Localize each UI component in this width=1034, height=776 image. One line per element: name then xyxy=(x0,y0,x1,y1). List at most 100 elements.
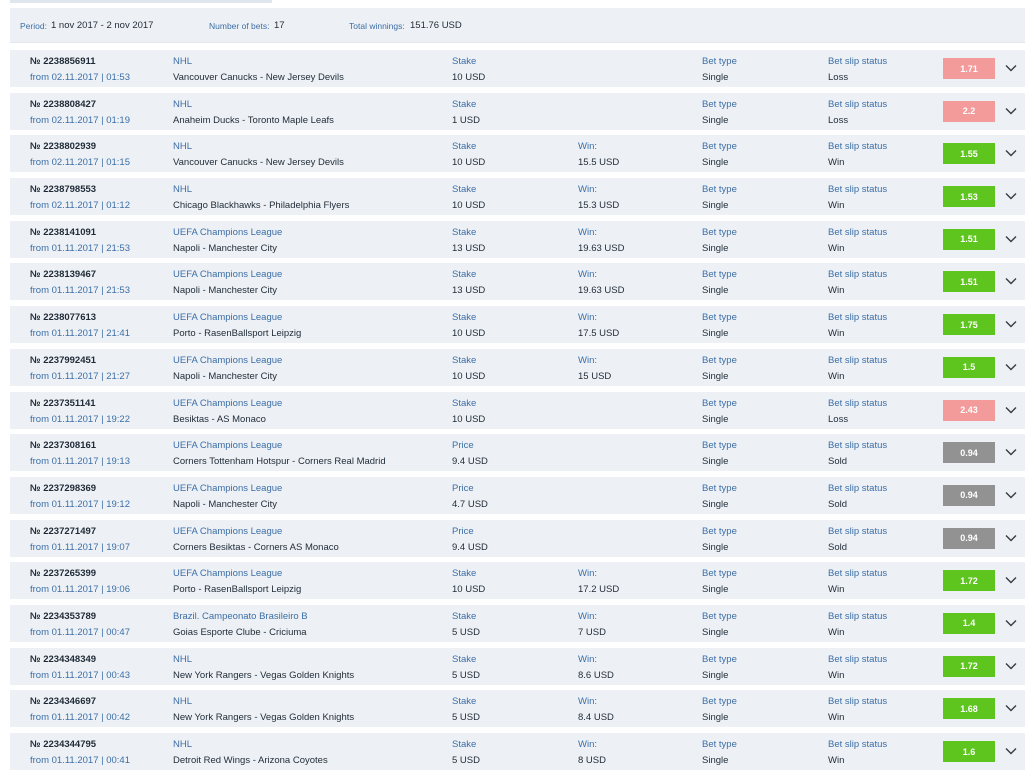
bet-amount-label: Stake xyxy=(452,226,477,238)
chevron-down-icon[interactable] xyxy=(1004,403,1018,417)
bet-win: 19.63 USD xyxy=(578,242,625,254)
odds-badge: 1.72 xyxy=(943,570,995,592)
bet-status-label: Bet slip status xyxy=(828,568,888,580)
bet-amount-label: Stake xyxy=(452,184,477,196)
chevron-down-icon[interactable] xyxy=(1004,189,1018,203)
bet-row[interactable]: № 2238798553 from 02.11.2017 | 01:12 NHL… xyxy=(10,178,1025,216)
bet-match: Detroit Red Wings - Arizona Coyotes xyxy=(173,755,328,766)
bet-type-label: Bet type xyxy=(702,482,737,494)
total-winnings-value: 151.76 USD xyxy=(410,20,462,31)
bet-id: № 2238077613 xyxy=(30,312,97,324)
bet-row[interactable]: № 2237265399 from 01.11.2017 | 19:06 UEF… xyxy=(10,562,1025,600)
bet-type: Single xyxy=(702,200,729,212)
odds-badge: 1.4 xyxy=(943,612,995,634)
bet-match: Chicago Blackhawks - Philadelphia Flyers xyxy=(173,200,350,212)
bet-row[interactable]: № 2237298369 from 01.11.2017 | 19:12 UEF… xyxy=(10,476,1025,514)
bet-type: Single xyxy=(702,114,729,126)
bet-status: Win xyxy=(828,242,845,254)
bet-league: NHL xyxy=(173,739,193,750)
bet-type-label: Bet type xyxy=(702,269,737,281)
bet-amount-label: Stake xyxy=(452,610,477,622)
bet-match: Napoli - Manchester City xyxy=(173,370,278,382)
bet-league: NHL xyxy=(173,56,193,67)
bet-row[interactable]: № 2238077613 from 01.11.2017 | 21:41 UEF… xyxy=(10,306,1025,344)
bet-league: NHL xyxy=(173,696,193,708)
bet-amount: 5 USD xyxy=(452,755,480,766)
bet-win: 7 USD xyxy=(578,626,606,638)
chevron-down-icon[interactable] xyxy=(1004,317,1018,331)
summary-bar: Period: 1 nov 2017 - 2 nov 2017 Number o… xyxy=(10,8,1025,43)
bet-id: № 2237308161 xyxy=(30,440,97,452)
bet-row[interactable]: № 2237308161 from 01.11.2017 | 19:13 UEF… xyxy=(10,434,1025,472)
bet-type-label: Bet type xyxy=(702,739,737,750)
bet-amount-label: Stake xyxy=(452,56,477,67)
odds-badge: 2.2 xyxy=(943,100,995,122)
chevron-down-icon[interactable] xyxy=(1004,531,1018,545)
chevron-down-icon[interactable] xyxy=(1004,232,1018,246)
bet-amount: 10 USD xyxy=(452,413,486,425)
chevron-down-icon[interactable] xyxy=(1004,61,1018,75)
chevron-down-icon[interactable] xyxy=(1004,616,1018,630)
bet-row[interactable]: № 2238141091 from 01.11.2017 | 21:53 UEF… xyxy=(10,220,1025,258)
bet-row[interactable]: № 2238808427 from 02.11.2017 | 01:19 NHL… xyxy=(10,92,1025,130)
bet-win: 17.2 USD xyxy=(578,584,620,596)
chevron-down-icon[interactable] xyxy=(1004,659,1018,673)
chevron-down-icon[interactable] xyxy=(1004,488,1018,502)
bet-type: Single xyxy=(702,370,729,382)
bet-date: from 01.11.2017 | 19:22 xyxy=(30,413,131,425)
chevron-down-icon[interactable] xyxy=(1004,445,1018,459)
bet-type-label: Bet type xyxy=(702,98,737,110)
bet-status: Sold xyxy=(828,456,848,468)
bet-type-label: Bet type xyxy=(702,312,737,324)
odds-badge: 1.75 xyxy=(943,314,995,336)
bet-win: 19.63 USD xyxy=(578,285,625,297)
odds-badge: 1.53 xyxy=(943,186,995,208)
chevron-down-icon[interactable] xyxy=(1004,274,1018,288)
chevron-down-icon[interactable] xyxy=(1004,360,1018,374)
bet-win-label: Win: xyxy=(578,184,597,196)
bet-row[interactable]: № 2237992451 from 01.11.2017 | 21:27 UEF… xyxy=(10,348,1025,386)
period-value: 1 nov 2017 - 2 nov 2017 xyxy=(51,20,154,31)
bet-win: 15.5 USD xyxy=(578,157,620,169)
bet-row[interactable]: № 2234348349 from 01.11.2017 | 00:43 NHL… xyxy=(10,647,1025,685)
bet-row[interactable]: № 2234353789 from 01.11.2017 | 00:47 Bra… xyxy=(10,604,1025,642)
bet-row[interactable]: № 2238802939 from 02.11.2017 | 01:15 NHL… xyxy=(10,135,1025,173)
bet-status: Sold xyxy=(828,498,848,510)
bet-amount: 10 USD xyxy=(452,370,486,382)
bet-league: NHL xyxy=(173,98,193,110)
chevron-down-icon[interactable] xyxy=(1004,104,1018,118)
bet-type: Single xyxy=(702,72,729,83)
bet-amount: 10 USD xyxy=(452,157,486,169)
bet-row[interactable]: № 2234346697 from 01.11.2017 | 00:42 NHL… xyxy=(10,690,1025,728)
bet-amount: 10 USD xyxy=(452,584,486,596)
bet-id: № 2238802939 xyxy=(30,141,97,153)
bet-win-label: Win: xyxy=(578,226,597,238)
bet-league: NHL xyxy=(173,653,193,665)
chevron-down-icon[interactable] xyxy=(1004,146,1018,160)
bet-status-label: Bet slip status xyxy=(828,653,888,665)
bet-win-label: Win: xyxy=(578,141,597,153)
bet-row[interactable]: № 2238856911 from 02.11.2017 | 01:53 NHL… xyxy=(10,50,1025,87)
bet-amount-label: Price xyxy=(452,440,474,452)
chevron-down-icon[interactable] xyxy=(1004,701,1018,715)
chevron-down-icon[interactable] xyxy=(1004,744,1018,758)
bet-type-label: Bet type xyxy=(702,653,737,665)
bet-amount-label: Stake xyxy=(452,312,477,324)
bet-status: Win xyxy=(828,200,845,212)
chevron-down-icon[interactable] xyxy=(1004,573,1018,587)
bet-status-label: Bet slip status xyxy=(828,525,888,537)
bet-type: Single xyxy=(702,328,729,340)
bet-status-label: Bet slip status xyxy=(828,739,888,750)
bet-date: from 01.11.2017 | 00:43 xyxy=(30,669,131,681)
bet-row[interactable]: № 2237271497 from 01.11.2017 | 19:07 UEF… xyxy=(10,519,1025,557)
bet-id: № 2237265399 xyxy=(30,568,97,580)
bet-match: Napoli - Manchester City xyxy=(173,242,278,254)
bet-row[interactable]: № 2238139467 from 01.11.2017 | 21:53 UEF… xyxy=(10,263,1025,301)
bet-row[interactable]: № 2237351141 from 01.11.2017 | 19:22 UEF… xyxy=(10,391,1025,429)
bet-win-label: Win: xyxy=(578,269,597,281)
bet-id: № 2234346697 xyxy=(30,696,97,708)
bet-amount: 10 USD xyxy=(452,328,486,340)
bet-row[interactable]: № 2234344795 from 01.11.2017 | 00:41 NHL… xyxy=(10,733,1025,770)
bet-type: Single xyxy=(702,626,729,638)
odds-badge: 1.51 xyxy=(943,271,995,293)
